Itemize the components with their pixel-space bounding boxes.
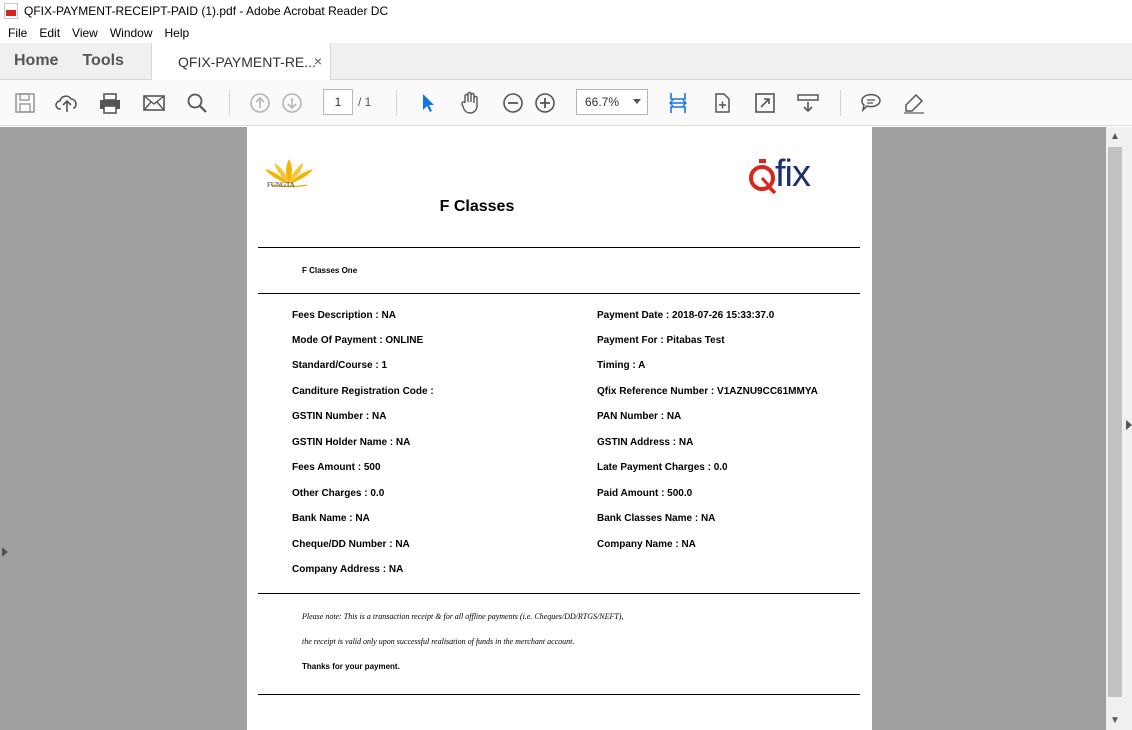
full-screen-icon[interactable] xyxy=(753,91,777,115)
mode-of-payment: Mode Of Payment : ONLINE xyxy=(292,335,424,346)
scroll-down-icon[interactable]: ▼ xyxy=(1110,715,1120,726)
qfix-logo-text: fix xyxy=(775,153,811,195)
divider xyxy=(258,247,860,248)
bank-classes-name: Bank Classes Name : NA xyxy=(597,513,716,524)
school-name: F Classes xyxy=(439,198,515,215)
menu-file[interactable]: File xyxy=(8,26,27,40)
divider xyxy=(258,293,860,294)
menu-bar: File Edit View Window Help xyxy=(0,22,1132,43)
qfix-reference-number: Qfix Reference Number : V1AZNU9CC61MMYA xyxy=(597,386,818,397)
next-page-icon[interactable] xyxy=(280,91,304,115)
note-line-1: Please note: This is a transaction recei… xyxy=(302,612,624,621)
window-titlebar: QFIX-PAYMENT-RECEIPT-PAID (1).pdf - Adob… xyxy=(0,0,1132,22)
pdf-page: FUNGTA fix F Classes F Classes One Fees … xyxy=(247,127,872,730)
right-pane-toggle-icon[interactable] xyxy=(1126,420,1132,430)
lotus-logo: FUNGTA xyxy=(257,155,321,199)
scrollbar-thumb[interactable] xyxy=(1108,147,1122,697)
page-number-input[interactable]: 1 xyxy=(323,89,353,115)
payment-date: Payment Date : 2018-07-26 15:33:37.0 xyxy=(597,310,775,321)
scroll-up-icon[interactable]: ▲ xyxy=(1110,131,1120,142)
qfix-logo: fix xyxy=(747,151,827,199)
page-total: / 1 xyxy=(358,95,372,109)
zoom-select[interactable]: 66.7% xyxy=(576,89,648,115)
fit-width-icon[interactable] xyxy=(666,91,690,115)
tab-home[interactable]: Home xyxy=(0,43,70,79)
company-address: Company Address : NA xyxy=(292,564,404,575)
toolbar xyxy=(0,80,1132,126)
pan-number: PAN Number : NA xyxy=(597,411,682,422)
previous-page-icon[interactable] xyxy=(248,91,272,115)
window-title: QFIX-PAYMENT-RECEIPT-PAID (1).pdf - Adob… xyxy=(24,4,389,18)
gstin-holder-name: GSTIN Holder Name : NA xyxy=(292,437,411,448)
menu-edit[interactable]: Edit xyxy=(39,26,60,40)
highlight-pen-icon[interactable] xyxy=(902,91,926,115)
timing: Timing : A xyxy=(597,360,646,371)
fees-description: Fees Description : NA xyxy=(292,310,396,321)
pdf-file-icon xyxy=(4,3,18,19)
note-line-2: the receipt is valid only upon successfu… xyxy=(302,637,575,646)
cheque-dd-number: Cheque/DD Number : NA xyxy=(292,539,410,550)
standard-course: Standard/Course : 1 xyxy=(292,360,388,371)
select-cursor-icon[interactable] xyxy=(415,91,439,115)
registration-code: Canditure Registration Code : xyxy=(292,386,434,397)
vertical-scrollbar[interactable]: ▲ ▼ xyxy=(1106,127,1124,730)
chevron-down-icon xyxy=(633,99,641,104)
divider xyxy=(258,593,860,594)
left-pane-toggle-icon[interactable] xyxy=(2,547,8,557)
zoom-value: 66.7% xyxy=(585,95,620,109)
search-icon[interactable] xyxy=(185,91,209,115)
fees-amount: Fees Amount : 500 xyxy=(292,462,381,473)
bank-name: Bank Name : NA xyxy=(292,513,370,524)
email-icon[interactable] xyxy=(142,91,166,115)
menu-help[interactable]: Help xyxy=(165,26,190,40)
gstin-number: GSTIN Number : NA xyxy=(292,411,387,422)
paid-amount: Paid Amount : 500.0 xyxy=(597,488,693,499)
tab-bar: Home Tools QFIX-PAYMENT-RE... × xyxy=(0,43,1132,80)
tab-document[interactable]: QFIX-PAYMENT-RE... × xyxy=(151,43,331,80)
rotate-page-icon[interactable] xyxy=(710,91,734,115)
thanks-message: Thanks for your payment. xyxy=(302,662,400,671)
gstin-address: GSTIN Address : NA xyxy=(597,437,694,448)
print-icon[interactable] xyxy=(98,91,122,115)
close-tab-icon[interactable]: × xyxy=(314,53,322,69)
zoom-out-icon[interactable] xyxy=(501,91,525,115)
zoom-in-icon[interactable] xyxy=(533,91,557,115)
late-payment-charges: Late Payment Charges : 0.0 xyxy=(597,462,728,473)
divider xyxy=(258,694,860,695)
logo-caption: FUNGTA xyxy=(267,181,295,189)
cloud-upload-icon[interactable] xyxy=(55,91,79,115)
read-mode-icon[interactable] xyxy=(796,91,820,115)
menu-window[interactable]: Window xyxy=(110,26,153,40)
menu-view[interactable]: View xyxy=(72,26,98,40)
company-name: Company Name : NA xyxy=(597,539,696,550)
other-charges: Other Charges : 0.0 xyxy=(292,488,385,499)
save-icon[interactable] xyxy=(13,91,37,115)
hand-tool-icon[interactable] xyxy=(458,91,482,115)
comment-icon[interactable] xyxy=(859,91,883,115)
tab-document-label: QFIX-PAYMENT-RE... xyxy=(178,53,316,70)
sub-school-name: F Classes One xyxy=(302,266,358,275)
payment-for: Payment For : Pitabas Test xyxy=(597,335,725,346)
tab-tools[interactable]: Tools xyxy=(70,43,135,79)
